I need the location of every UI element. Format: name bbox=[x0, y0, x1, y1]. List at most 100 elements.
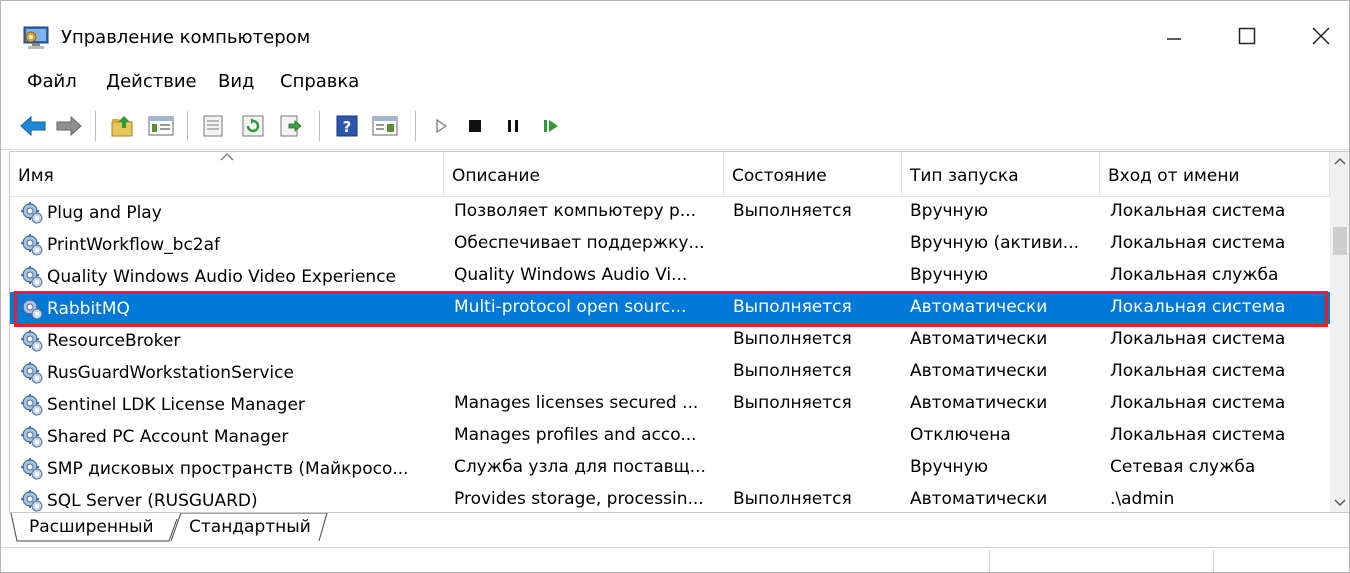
column-header-state[interactable]: Состояние bbox=[724, 152, 902, 196]
action-pane-icon bbox=[372, 116, 398, 136]
vertical-scrollbar[interactable] bbox=[1330, 152, 1349, 512]
console-tree-icon bbox=[148, 116, 174, 136]
service-startup-cell: Вручную bbox=[910, 265, 989, 285]
toolbar: ? bbox=[1, 103, 1349, 150]
up-level-button[interactable] bbox=[107, 111, 139, 141]
action-pane-button[interactable] bbox=[369, 111, 401, 141]
service-name-cell: Quality Windows Audio Video Experience bbox=[20, 265, 440, 289]
service-state-cell: Выполняется bbox=[733, 201, 852, 221]
service-state-cell: Выполняется bbox=[733, 393, 852, 413]
menu-bar: Файл Действие Вид Справка bbox=[1, 63, 1349, 101]
stop-service-button[interactable] bbox=[459, 111, 491, 141]
service-gear-icon bbox=[20, 297, 44, 321]
computer-management-icon bbox=[21, 25, 53, 51]
column-header-startup-type[interactable]: Тип запуска bbox=[902, 152, 1100, 196]
scroll-up-icon[interactable] bbox=[1333, 156, 1347, 166]
service-gear-icon bbox=[20, 329, 44, 353]
sort-ascending-icon bbox=[220, 153, 234, 161]
service-startup-cell: Автоматически bbox=[910, 329, 1048, 349]
title-bar: Управление компьютером bbox=[1, 1, 1349, 63]
computer-management-window: Управление компьютером Файл Действие Вид… bbox=[0, 0, 1350, 573]
scrollbar-thumb[interactable] bbox=[1333, 227, 1347, 255]
export-list-icon bbox=[280, 115, 302, 137]
service-logon-cell: Сетевая служба bbox=[1110, 457, 1256, 477]
table-row[interactable]: Shared PC Account Manager Manages profile… bbox=[10, 420, 1330, 452]
export-list-button[interactable] bbox=[275, 111, 307, 141]
table-row[interactable]: Quality Windows Audio Video Experience Qu… bbox=[10, 260, 1330, 292]
service-gear-icon bbox=[20, 233, 44, 257]
folder-up-icon bbox=[111, 116, 133, 137]
service-logon-cell: .\admin bbox=[1110, 489, 1175, 509]
service-name-cell: SQL Server (RUSGUARD) bbox=[20, 489, 440, 512]
service-startup-cell: Автоматически bbox=[910, 361, 1048, 381]
start-service-button[interactable] bbox=[425, 111, 457, 141]
menu-action[interactable]: Действие bbox=[104, 71, 199, 92]
service-description-cell: Quality Windows Audio Vi... bbox=[454, 265, 688, 285]
table-row[interactable]: Sentinel LDK License Manager Manages lice… bbox=[10, 388, 1330, 420]
properties-button[interactable] bbox=[197, 111, 229, 141]
tab-standard[interactable]: Стандартный bbox=[185, 513, 325, 541]
table-row[interactable]: PrintWorkflow_bc2af Обеспечивает поддержк… bbox=[10, 228, 1330, 260]
service-name-cell: ResourceBroker bbox=[20, 329, 440, 353]
play-icon bbox=[436, 118, 448, 134]
help-icon: ? bbox=[336, 115, 358, 137]
back-button[interactable] bbox=[17, 111, 49, 141]
service-description-cell: Multi-protocol open sourc... bbox=[454, 297, 687, 317]
forward-button[interactable] bbox=[53, 111, 85, 141]
service-logon-cell: Локальная система bbox=[1110, 425, 1286, 445]
service-rows: Plug and Play Позволяет компьютеру р... Вы… bbox=[10, 196, 1330, 512]
console-tree-button[interactable] bbox=[145, 111, 177, 141]
service-logon-cell: Локальная система bbox=[1110, 361, 1286, 381]
column-header-logon-as[interactable]: Вход от имени bbox=[1100, 152, 1330, 196]
service-state-cell: Выполняется bbox=[733, 489, 852, 509]
arrow-right-icon bbox=[56, 115, 82, 137]
service-startup-cell: Автоматически bbox=[910, 297, 1048, 317]
restart-service-button[interactable] bbox=[535, 111, 567, 141]
minimize-button[interactable] bbox=[1144, 11, 1204, 61]
stop-icon bbox=[469, 120, 481, 132]
menu-view[interactable]: Вид bbox=[216, 71, 257, 92]
close-button[interactable] bbox=[1291, 11, 1349, 61]
service-name-cell: Plug and Play bbox=[20, 201, 440, 225]
service-startup-cell: Отключена bbox=[910, 425, 1011, 445]
pause-service-button[interactable] bbox=[497, 111, 529, 141]
refresh-button[interactable] bbox=[237, 111, 269, 141]
help-button[interactable]: ? bbox=[331, 111, 363, 141]
list-header: Имя Описание Состояние Тип запуска Вход … bbox=[10, 152, 1330, 197]
service-name-cell: Sentinel LDK License Manager bbox=[20, 393, 440, 417]
window-title: Управление компьютером bbox=[61, 27, 311, 48]
service-logon-cell: Локальная система bbox=[1110, 233, 1286, 253]
services-list[interactable]: Имя Описание Состояние Тип запуска Вход … bbox=[9, 151, 1349, 513]
properties-icon bbox=[203, 115, 223, 137]
tab-extended[interactable]: Расширенный bbox=[21, 513, 171, 541]
service-startup-cell: Автоматически bbox=[910, 393, 1048, 413]
column-header-description[interactable]: Описание bbox=[444, 152, 724, 196]
service-description-cell: Provides storage, processin... bbox=[454, 489, 704, 509]
table-row[interactable]: SQL Server (RUSGUARD) Provides storage, p… bbox=[10, 484, 1330, 512]
scroll-down-icon[interactable] bbox=[1333, 498, 1347, 508]
service-name-cell: RusGuardWorkstationService bbox=[20, 361, 440, 385]
service-description-cell: Manages licenses secured ... bbox=[454, 393, 699, 413]
service-gear-icon bbox=[20, 425, 44, 449]
maximize-button[interactable] bbox=[1217, 11, 1277, 61]
service-logon-cell: Локальная система bbox=[1110, 297, 1286, 317]
service-gear-icon bbox=[20, 361, 44, 385]
table-row[interactable]: ResourceBroker Выполняется Автоматически Ло… bbox=[10, 324, 1330, 356]
menu-file[interactable]: Файл bbox=[25, 71, 79, 92]
service-gear-icon bbox=[20, 393, 44, 417]
service-gear-icon bbox=[20, 489, 44, 512]
service-logon-cell: Локальная система bbox=[1110, 201, 1286, 221]
table-row[interactable]: RabbitMQ Multi-protocol open sourc... Выпо… bbox=[10, 292, 1330, 324]
service-gear-icon bbox=[20, 457, 44, 481]
service-description-cell: Служба узла для поставщ... bbox=[454, 457, 706, 477]
column-header-name[interactable]: Имя bbox=[10, 152, 444, 196]
menu-help[interactable]: Справка bbox=[278, 71, 361, 92]
service-state-cell: Выполняется bbox=[733, 297, 852, 317]
table-row[interactable]: RusGuardWorkstationService Выполняется Авт… bbox=[10, 356, 1330, 388]
svg-text:?: ? bbox=[343, 118, 352, 136]
table-row[interactable]: SMP дисковых пространств (Майкросо... Слу… bbox=[10, 452, 1330, 484]
table-row[interactable]: Plug and Play Позволяет компьютеру р... Вы… bbox=[10, 196, 1330, 228]
service-name-cell: SMP дисковых пространств (Майкросо... bbox=[20, 457, 440, 481]
refresh-icon bbox=[242, 115, 264, 137]
service-logon-cell: Локальная система bbox=[1110, 329, 1286, 349]
